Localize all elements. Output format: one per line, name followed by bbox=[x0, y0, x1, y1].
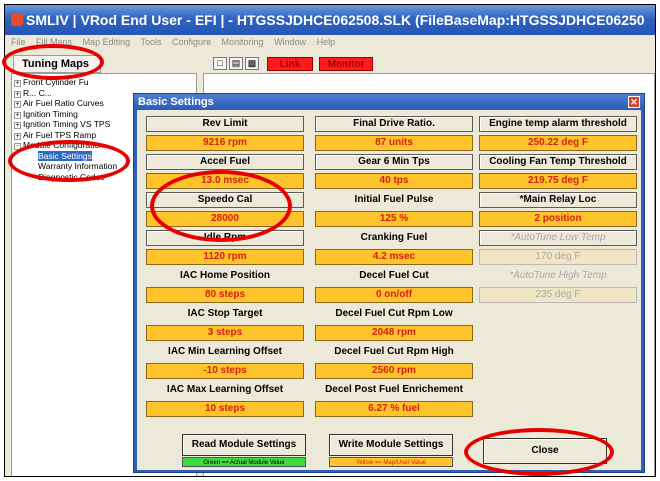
autotune-high-temp-value: 235 deg F bbox=[479, 287, 637, 303]
main-relay-loc-value[interactable]: 2 position bbox=[479, 211, 637, 227]
menu-window[interactable]: Window bbox=[274, 37, 306, 47]
gear-6-min-tps-button[interactable]: Gear 6 Min Tps bbox=[315, 154, 473, 170]
basic-settings-dialog: Basic Settings ✕ Rev Limit 9216 rpm Acce… bbox=[133, 93, 645, 473]
menu-fill-maps[interactable]: Fill Maps bbox=[36, 37, 72, 47]
dialog-title: Basic Settings bbox=[134, 94, 644, 110]
menu-file[interactable]: File bbox=[11, 37, 26, 47]
decel-fuel-cut-value[interactable]: 0 on/off bbox=[315, 287, 473, 303]
decel-fuel-cut-rpm-high-label[interactable]: Decel Fuel Cut Rpm High bbox=[315, 344, 473, 360]
speedo-cal-button[interactable]: Speedo Cal bbox=[146, 192, 304, 208]
accel-fuel-value[interactable]: 13.0 msec bbox=[146, 173, 304, 189]
iac-min-learning-offset-value[interactable]: -10 steps bbox=[146, 363, 304, 379]
expand-icon[interactable]: + bbox=[14, 80, 21, 87]
toolbar: □ ▤ ▩ Link Monitor bbox=[205, 55, 655, 73]
autotune-high-temp-label: *AutoTune High Temp bbox=[479, 268, 637, 284]
engine-temp-alarm-threshold-value[interactable]: 250.22 deg F bbox=[479, 135, 637, 151]
menu-monitoring[interactable]: Monitoring bbox=[222, 37, 264, 47]
menu-help[interactable]: Help bbox=[317, 37, 336, 47]
green-legend: Green == Actual Module Value bbox=[182, 457, 306, 467]
iac-max-learning-offset-value[interactable]: 10 steps bbox=[146, 401, 304, 417]
read-module-settings-button[interactable]: Read Module Settings bbox=[182, 434, 306, 456]
close-icon[interactable]: ✕ bbox=[628, 96, 640, 108]
app-window: SMLIV | VRod End User - EFI | - HTGSSJDH… bbox=[4, 4, 656, 477]
decel-post-fuel-enrichement-value[interactable]: 6.27 % fuel bbox=[315, 401, 473, 417]
menu-tools[interactable]: Tools bbox=[140, 37, 161, 47]
tab-tuning-maps[interactable]: Tuning Maps bbox=[13, 55, 101, 73]
write-module-settings-button[interactable]: Write Module Settings bbox=[329, 434, 453, 456]
engine-temp-alarm-threshold-button[interactable]: Engine temp alarm threshold bbox=[479, 116, 637, 132]
dialog-body: Rev Limit 9216 rpm Accel Fuel 13.0 msec … bbox=[137, 110, 641, 470]
decel-fuel-cut-rpm-low-label[interactable]: Decel Fuel Cut Rpm Low bbox=[315, 306, 473, 322]
gear-6-min-tps-value[interactable]: 40 tps bbox=[315, 173, 473, 189]
decel-fuel-cut-label[interactable]: Decel Fuel Cut bbox=[315, 268, 473, 284]
expand-icon[interactable]: + bbox=[14, 132, 21, 140]
idle-rpm-button[interactable]: Idle Rpm bbox=[146, 230, 304, 246]
menu-map-editing[interactable]: Map Editing bbox=[83, 37, 131, 47]
new-file-icon[interactable]: □ bbox=[213, 57, 227, 70]
initial-fuel-pulse-value[interactable]: 125 % bbox=[315, 211, 473, 227]
expand-icon[interactable]: + bbox=[14, 122, 21, 129]
decel-post-fuel-enrichement-label[interactable]: Decel Post Fuel Enrichement bbox=[315, 382, 473, 398]
autotune-low-temp-button: *AutoTune Low Temp bbox=[479, 230, 637, 246]
decel-fuel-cut-rpm-high-value[interactable]: 2560 rpm bbox=[315, 363, 473, 379]
main-relay-loc-button[interactable]: *Main Relay Loc bbox=[479, 192, 637, 208]
iac-stop-target-label[interactable]: IAC Stop Target bbox=[146, 306, 304, 322]
initial-fuel-pulse-label[interactable]: Initial Fuel Pulse bbox=[315, 192, 473, 208]
decel-fuel-cut-rpm-low-value[interactable]: 2048 rpm bbox=[315, 325, 473, 341]
cooling-fan-temp-threshold-button[interactable]: Cooling Fan Temp Threshold bbox=[479, 154, 637, 170]
iac-max-learning-offset-label[interactable]: IAC Max Learning Offset bbox=[146, 382, 304, 398]
menu-configure[interactable]: Configure bbox=[172, 37, 211, 47]
save-disk-icon[interactable]: ▩ bbox=[245, 57, 259, 70]
collapse-icon[interactable]: - bbox=[14, 143, 21, 150]
rev-limit-button[interactable]: Rev Limit bbox=[146, 116, 304, 132]
accel-fuel-button[interactable]: Accel Fuel bbox=[146, 154, 304, 170]
speedo-cal-value[interactable]: 28000 bbox=[146, 211, 304, 227]
final-drive-ratio-button[interactable]: Final Drive Ratio. bbox=[315, 116, 473, 132]
expand-icon[interactable]: + bbox=[14, 90, 21, 98]
iac-home-position-value[interactable]: 80 steps bbox=[146, 287, 304, 303]
expand-icon[interactable]: + bbox=[14, 111, 21, 119]
iac-stop-target-value[interactable]: 3 steps bbox=[146, 325, 304, 341]
iac-min-learning-offset-label[interactable]: IAC Min Learning Offset bbox=[146, 344, 304, 360]
menu-bar: File Fill Maps Map Editing Tools Configu… bbox=[5, 35, 655, 49]
expand-icon[interactable]: + bbox=[14, 101, 21, 108]
cranking-fuel-value[interactable]: 4.2 msec bbox=[315, 249, 473, 265]
tree-item-front-cylinder[interactable]: + Front Cylinder Fu bbox=[14, 77, 194, 88]
yellow-legend: Yellow == Map/User Value bbox=[329, 457, 453, 467]
iac-home-position-label[interactable]: IAC Home Position bbox=[146, 268, 304, 284]
app-icon bbox=[11, 14, 23, 26]
monitor-button[interactable]: Monitor bbox=[319, 57, 373, 71]
close-button[interactable]: Close bbox=[483, 438, 607, 464]
title-bar: SMLIV | VRod End User - EFI | - HTGSSJDH… bbox=[5, 5, 655, 35]
cranking-fuel-label[interactable]: Cranking Fuel bbox=[315, 230, 473, 246]
idle-rpm-value[interactable]: 1120 rpm bbox=[146, 249, 304, 265]
final-drive-ratio-value[interactable]: 87 units bbox=[315, 135, 473, 151]
open-folder-icon[interactable]: ▤ bbox=[229, 57, 243, 70]
link-button[interactable]: Link bbox=[267, 57, 313, 71]
rev-limit-value[interactable]: 9216 rpm bbox=[146, 135, 304, 151]
autotune-low-temp-value: 170 deg F bbox=[479, 249, 637, 265]
window-title: SMLIV | VRod End User - EFI | - HTGSSJDH… bbox=[26, 12, 645, 28]
cooling-fan-temp-threshold-value[interactable]: 219.75 deg F bbox=[479, 173, 637, 189]
